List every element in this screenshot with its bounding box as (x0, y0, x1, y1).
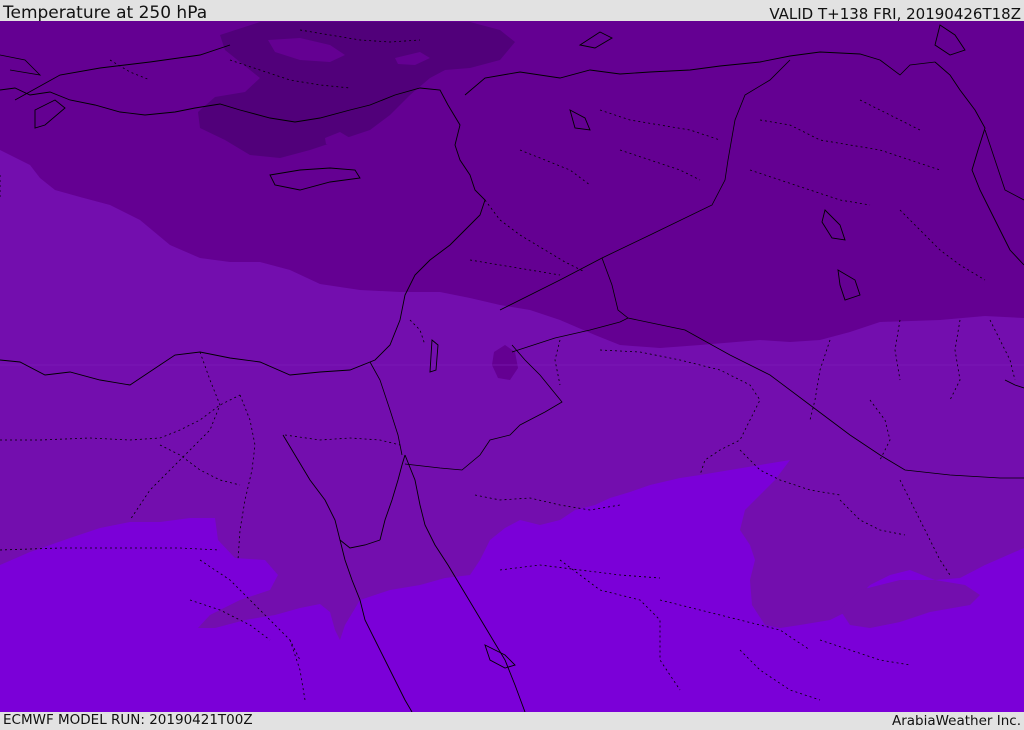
footer-bar: ECMWF MODEL RUN: 20190421T00Z ArabiaWeat… (0, 712, 1024, 729)
credit-label: ArabiaWeather Inc. (891, 713, 1021, 729)
temperature-map (0, 21, 1024, 712)
model-run-label: ECMWF MODEL RUN: 20190421T00Z (3, 712, 253, 728)
header-bar: Temperature at 250 hPa VALID T+138 FRI, … (0, 0, 1024, 23)
map-title: Temperature at 250 hPa (3, 3, 208, 23)
